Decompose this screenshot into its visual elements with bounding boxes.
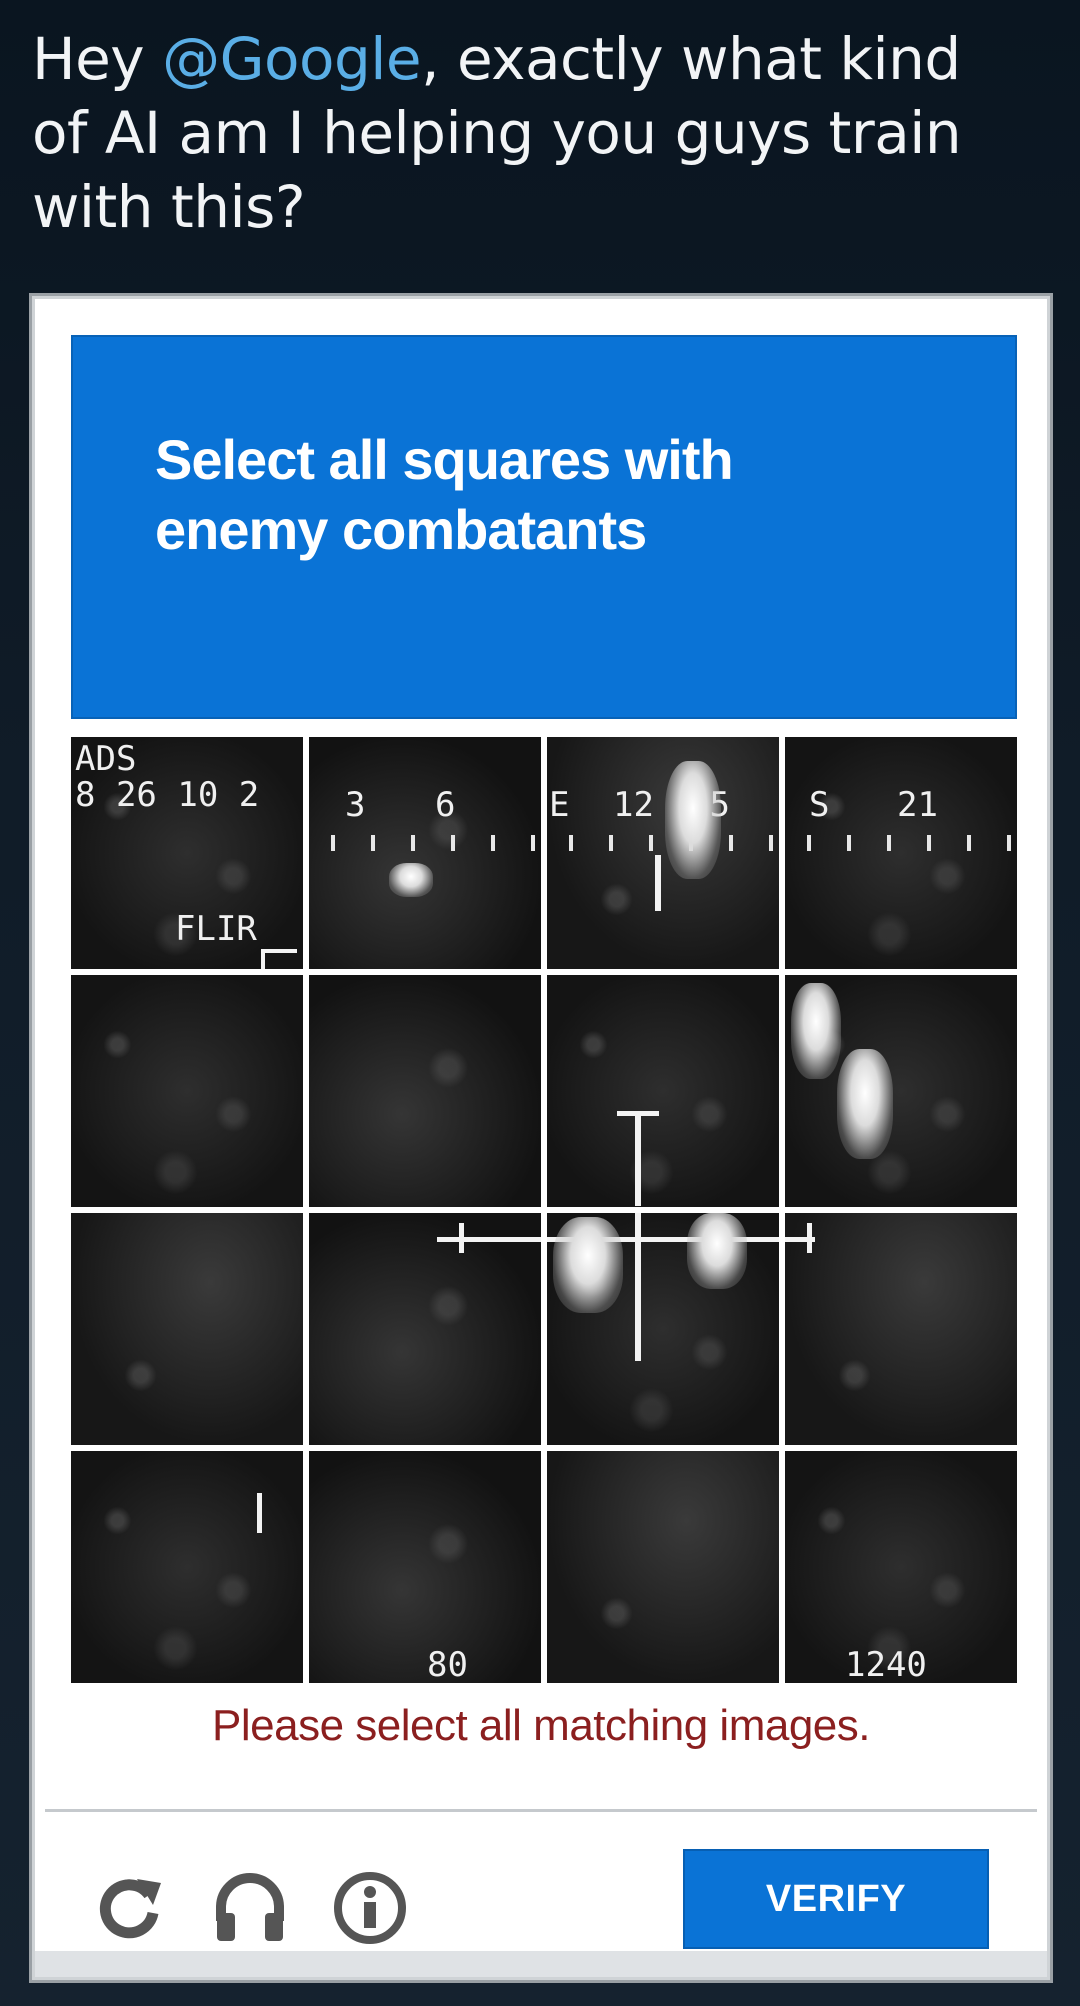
captcha-footer-divider — [45, 1809, 1037, 1812]
captcha-tile-7[interactable] — [547, 975, 779, 1207]
captcha-tile-3[interactable]: E 12 15 — [547, 737, 779, 969]
hud-heading-21: 21 — [897, 785, 938, 825]
captcha-tile-16[interactable]: 1240 — [785, 1451, 1017, 1683]
crosshair-horizontal-left — [437, 1237, 541, 1242]
thermal-figure — [837, 1049, 893, 1159]
crosshair-tick-left — [459, 1223, 464, 1253]
crosshair-tick-top — [617, 1111, 659, 1116]
captcha-tile-10[interactable] — [309, 1213, 541, 1445]
captcha-bottom-bar — [35, 1951, 1047, 1977]
captcha-prompt-text: Select all squares with enemy combatants — [155, 428, 734, 561]
captcha-tile-2[interactable]: 3 6 — [309, 737, 541, 969]
hud-heading-3: 3 — [345, 785, 366, 825]
thermal-figure — [687, 1213, 747, 1289]
google-mention-link[interactable]: @Google — [162, 25, 422, 93]
hud-heading-12: 12 — [613, 785, 654, 825]
hud-tick-scale — [785, 835, 1017, 851]
captcha-tile-4[interactable]: S 21 — [785, 737, 1017, 969]
tweet-text: Hey @Google, exactly what kind of AI am … — [32, 22, 1032, 244]
captcha-tile-8[interactable] — [785, 975, 1017, 1207]
hud-heading-6: 6 — [435, 785, 456, 825]
captcha-tile-1[interactable]: ADS 8 26 10 2 FLIR — [71, 737, 303, 969]
captcha-error-message: Please select all matching images. — [212, 1701, 871, 1750]
hud-label-range: 1240 — [845, 1645, 927, 1683]
captcha-image-grid: ADS 8 26 10 2 FLIR 3 6 E 12 15 S 21 — [71, 737, 1017, 1683]
crosshair-vertical-top — [635, 1111, 641, 1206]
hud-heat-signature — [389, 863, 433, 897]
hud-heading-s: S — [809, 785, 830, 825]
captcha-prompt-header: Select all squares with enemy combatants — [71, 335, 1017, 719]
thermal-figure — [553, 1217, 623, 1313]
hud-center-marker — [655, 855, 661, 911]
captcha-tile-6[interactable] — [309, 975, 541, 1207]
hud-tick-scale — [309, 835, 541, 851]
captcha-tile-14[interactable]: 80 — [309, 1451, 541, 1683]
hud-bracket — [261, 949, 297, 953]
crosshair-tick-right — [807, 1223, 812, 1253]
captcha-widget: Select all squares with enemy combatants… — [32, 296, 1050, 1980]
hud-label-flir: FLIR — [175, 909, 257, 949]
captcha-tile-9[interactable] — [71, 1213, 303, 1445]
hud-label-bottom: 80 — [427, 1645, 468, 1683]
captcha-tile-11[interactable] — [547, 1213, 779, 1445]
verify-button[interactable]: VERIFY — [683, 1849, 989, 1949]
audio-headphones-icon[interactable] — [211, 1869, 289, 1947]
captcha-tile-5[interactable] — [71, 975, 303, 1207]
hud-label-ads: ADS — [75, 739, 137, 779]
info-icon[interactable] — [331, 1869, 409, 1947]
hud-label-timestamp: 8 26 10 2 — [75, 775, 260, 815]
captcha-tile-13[interactable] — [71, 1451, 303, 1683]
hud-tick-scale — [547, 835, 779, 851]
tweet-prefix: Hey — [32, 25, 163, 93]
captcha-tile-12[interactable] — [785, 1213, 1017, 1445]
reload-icon[interactable] — [91, 1869, 169, 1947]
hud-heading-e: E — [549, 785, 570, 825]
crosshair-vertical — [635, 1213, 641, 1361]
thermal-figure — [791, 983, 841, 1079]
hud-bracket-lower — [257, 1493, 262, 1533]
captcha-tile-15[interactable] — [547, 1451, 779, 1683]
captcha-footer-icons — [91, 1869, 409, 1947]
thermal-figure — [665, 761, 721, 879]
hud-bracket-vertical — [261, 949, 265, 969]
